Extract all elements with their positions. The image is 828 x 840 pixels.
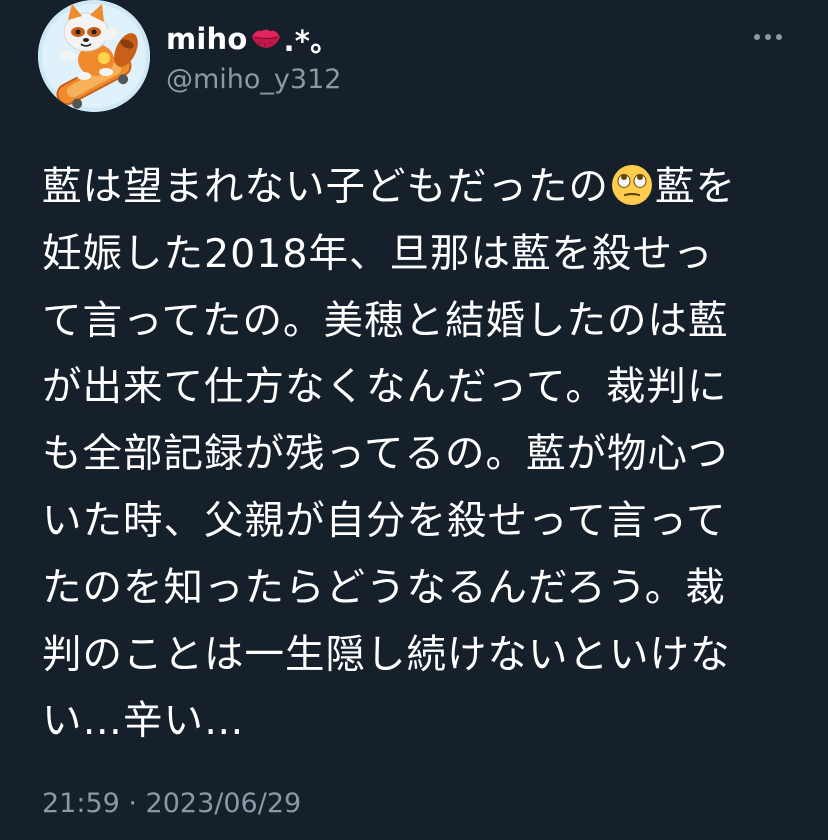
tweet-text: 藍は望まれない子どもだったの 藍を 妊娠した2018年、旦那は藍を殺せっ て言って… [42,154,794,755]
more-options-button[interactable] [748,22,788,52]
tweet-line-4: が出来て仕方なくなんだって。裁判に [42,364,728,411]
tweet-timestamp[interactable]: 21:59 · 2023/06/29 [42,784,301,824]
tweet-line-6: いた時、父親が自分を殺せって言って [42,497,727,544]
tweet: miho .*。 @miho_y312 藍は望まれない子どもだったの 藍を 妊娠し… [0,0,828,840]
display-name-suffix: .*。 [283,24,340,58]
avatar[interactable] [38,0,150,112]
tweet-line-9: い…辛い… [42,698,245,745]
display-name[interactable]: miho .*。 [166,14,339,64]
user-handle[interactable]: @miho_y312 [166,60,341,100]
ellipsis-icon [754,34,782,40]
kiss-mark-icon [250,25,282,53]
raccoon-skateboard-avatar [38,0,150,112]
tweet-line-1: 藍は望まれない子どもだったの 藍を [42,154,794,221]
tweet-line-1-part-a: 藍は望まれない子どもだったの [42,164,609,210]
face-with-rolling-eyes-icon [610,161,654,205]
tweet-line-2: 妊娠した2018年、旦那は藍を殺せっ [42,230,714,277]
tweet-line-5: も全部記録が残ってるの。藍が物心つ [42,431,729,478]
tweet-line-1-part-b: 藍を [655,164,736,210]
display-name-text: miho [166,22,248,56]
tweet-line-7: たのを知ったらどうなるんだろう。裁 [42,564,726,611]
tweet-line-8: 判のことは一生隠し続けないといけな [42,631,731,678]
tweet-line-3: て言ってたの。美穂と結婚したのは藍 [42,297,729,344]
